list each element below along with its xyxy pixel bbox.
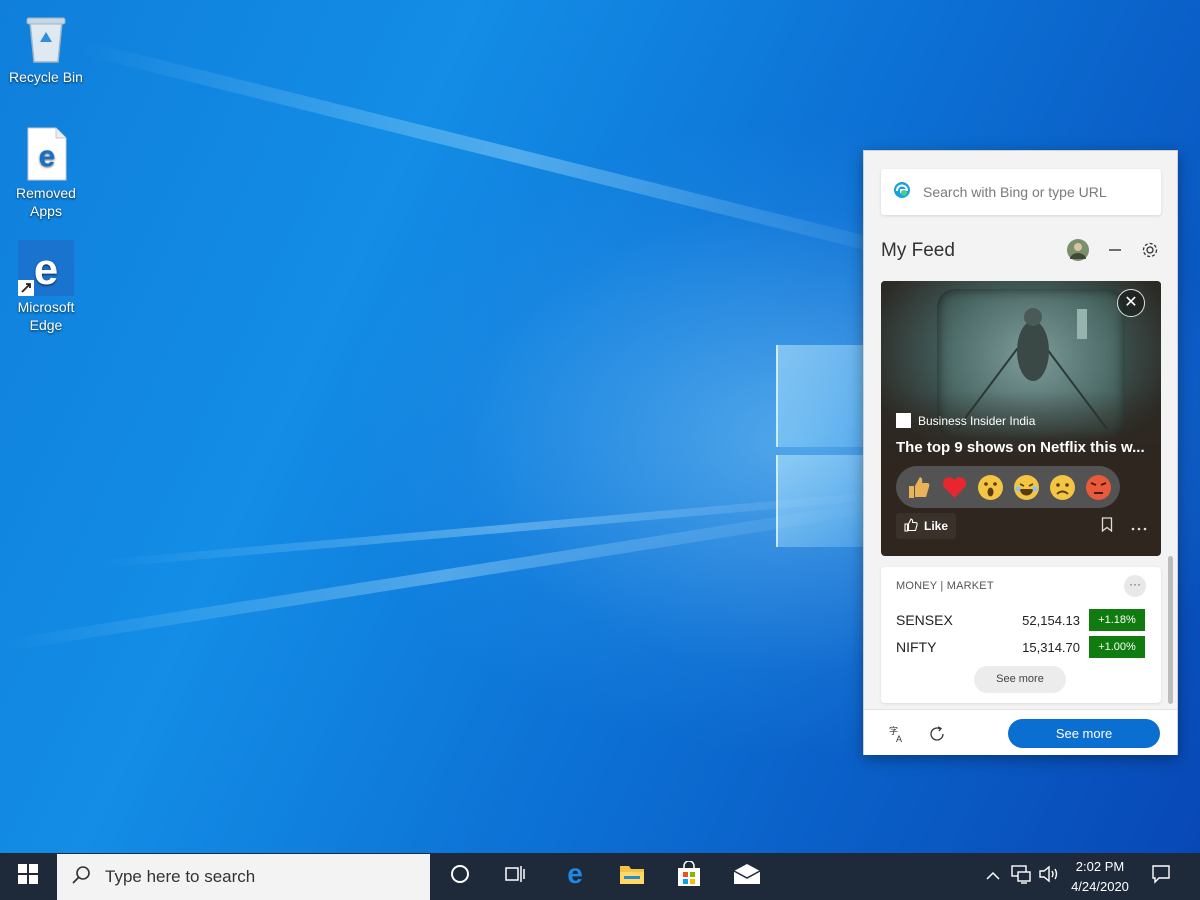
source-logo-icon — [896, 413, 911, 428]
clock-date: 4/24/2020 — [1071, 879, 1129, 894]
clock-time: 2:02 PM — [1075, 859, 1125, 874]
cortana-button[interactable] — [435, 853, 485, 900]
market-index-change: +1.18% — [1089, 609, 1145, 631]
taskbar-file-explorer-button[interactable] — [607, 853, 657, 900]
search-icon — [71, 865, 91, 890]
news-source-name: Business Insider India — [918, 413, 1036, 428]
refresh-icon[interactable] — [928, 725, 946, 748]
desktop-icon-microsoft-edge[interactable]: e Microsoft Edge — [0, 240, 92, 334]
market-card-label: MONEY | MARKET — [896, 580, 994, 592]
gear-icon[interactable] — [1141, 241, 1159, 264]
task-view-icon — [504, 864, 526, 889]
windows-logo-pane — [776, 455, 866, 547]
desktop-background: Recycle Bin e Removed Apps e Microsoft E… — [0, 0, 1200, 853]
start-button[interactable] — [0, 853, 56, 900]
volume-button[interactable] — [1036, 853, 1062, 900]
like-button[interactable]: Like — [896, 513, 957, 539]
taskbar-search-box[interactable] — [57, 854, 430, 900]
desktop-icon-label: Removed Apps — [16, 185, 76, 219]
desktop-icon-label: Microsoft Edge — [17, 299, 75, 333]
speaker-icon — [1038, 864, 1060, 889]
svg-text:A: A — [896, 734, 902, 743]
desktop-icon-removed-apps[interactable]: e Removed Apps — [0, 126, 92, 220]
feed-scrollbar[interactable] — [1168, 556, 1173, 704]
reaction-picker — [896, 466, 1120, 508]
profile-avatar[interactable] — [1067, 239, 1089, 266]
taskbar: e — [0, 853, 1200, 900]
svg-text:e: e — [39, 140, 56, 173]
desktop-icon-label: Recycle Bin — [9, 69, 83, 85]
edge-document-icon: e — [18, 126, 74, 182]
show-hidden-icons-button[interactable] — [982, 853, 1004, 900]
market-index-name: NIFTY — [896, 639, 937, 655]
network-icon — [1010, 864, 1032, 889]
market-index-name: SENSEX — [896, 612, 953, 628]
wow-reaction-icon[interactable] — [977, 474, 1004, 501]
feed-footer: 字 A See more — [864, 709, 1177, 755]
bing-search-input[interactable] — [921, 183, 1141, 201]
market-more-options-button[interactable]: ··· — [1124, 575, 1146, 597]
taskbar-search-input[interactable] — [103, 866, 403, 888]
taskbar-clock[interactable]: 2:02 PM 4/24/2020 — [1062, 857, 1138, 897]
desktop-icon-recycle-bin[interactable]: Recycle Bin — [0, 10, 92, 86]
svg-text:e: e — [567, 861, 583, 887]
light-beam — [78, 40, 955, 272]
network-button[interactable] — [1008, 853, 1034, 900]
cortana-circle-icon — [450, 864, 470, 889]
svg-text:e: e — [34, 245, 58, 294]
language-icon[interactable]: 字 A — [888, 725, 906, 748]
thumbs-up-icon — [904, 517, 918, 535]
angry-reaction-icon[interactable] — [1085, 474, 1112, 501]
close-card-button[interactable]: ✕ — [1117, 289, 1145, 317]
market-index-value: 52,154.13 — [1022, 612, 1080, 628]
see-more-button[interactable]: See more — [1008, 719, 1160, 748]
bing-search-box[interactable] — [881, 169, 1161, 215]
recycle-bin-icon — [18, 10, 74, 66]
notification-icon — [1151, 864, 1171, 889]
news-card-actions — [1101, 517, 1147, 537]
market-row-nifty[interactable]: NIFTY 15,314.70 +1.00% — [896, 636, 1146, 658]
light-beam — [0, 499, 890, 652]
more-options-icon[interactable] — [1131, 518, 1147, 536]
market-index-change: +1.00% — [1089, 636, 1145, 658]
feed-toolbar — [1067, 239, 1159, 266]
taskbar-mail-button[interactable] — [722, 853, 772, 900]
sad-reaction-icon[interactable] — [1049, 474, 1076, 501]
market-index-value: 15,314.70 — [1022, 639, 1080, 655]
like-label: Like — [924, 519, 949, 533]
thumbs-up-reaction-icon[interactable] — [905, 474, 932, 501]
task-view-button[interactable] — [490, 853, 540, 900]
bookmark-icon[interactable] — [1101, 517, 1113, 537]
feed-title: My Feed — [881, 240, 955, 261]
windows-logo-pane — [776, 345, 866, 447]
edge-logo-icon — [893, 181, 911, 204]
taskbar-edge-button[interactable]: e — [550, 853, 600, 900]
market-see-more-button[interactable]: See more — [974, 666, 1066, 693]
laugh-reaction-icon[interactable] — [1013, 474, 1040, 501]
store-bag-icon — [676, 860, 702, 892]
edge-legacy-icon: e — [562, 858, 588, 892]
folder-icon — [619, 863, 645, 890]
edge-legacy-icon: e — [18, 240, 74, 296]
mail-icon — [733, 863, 761, 890]
chevron-up-icon — [986, 868, 1000, 886]
action-center-button[interactable] — [1146, 853, 1176, 900]
market-row-sensex[interactable]: SENSEX 52,154.13 +1.18% — [896, 609, 1146, 631]
news-card[interactable]: ✕ Business Insider India The top 9 shows… — [881, 281, 1161, 556]
market-card: MONEY | MARKET ··· SENSEX 52,154.13 +1.1… — [881, 567, 1161, 703]
minimize-icon[interactable] — [1107, 242, 1123, 263]
windows-logo-icon — [18, 864, 38, 889]
news-feed-panel: My Feed — [863, 150, 1178, 755]
news-source: Business Insider India — [896, 413, 1035, 428]
taskbar-store-button[interactable] — [664, 853, 714, 900]
heart-reaction-icon[interactable] — [941, 474, 968, 501]
